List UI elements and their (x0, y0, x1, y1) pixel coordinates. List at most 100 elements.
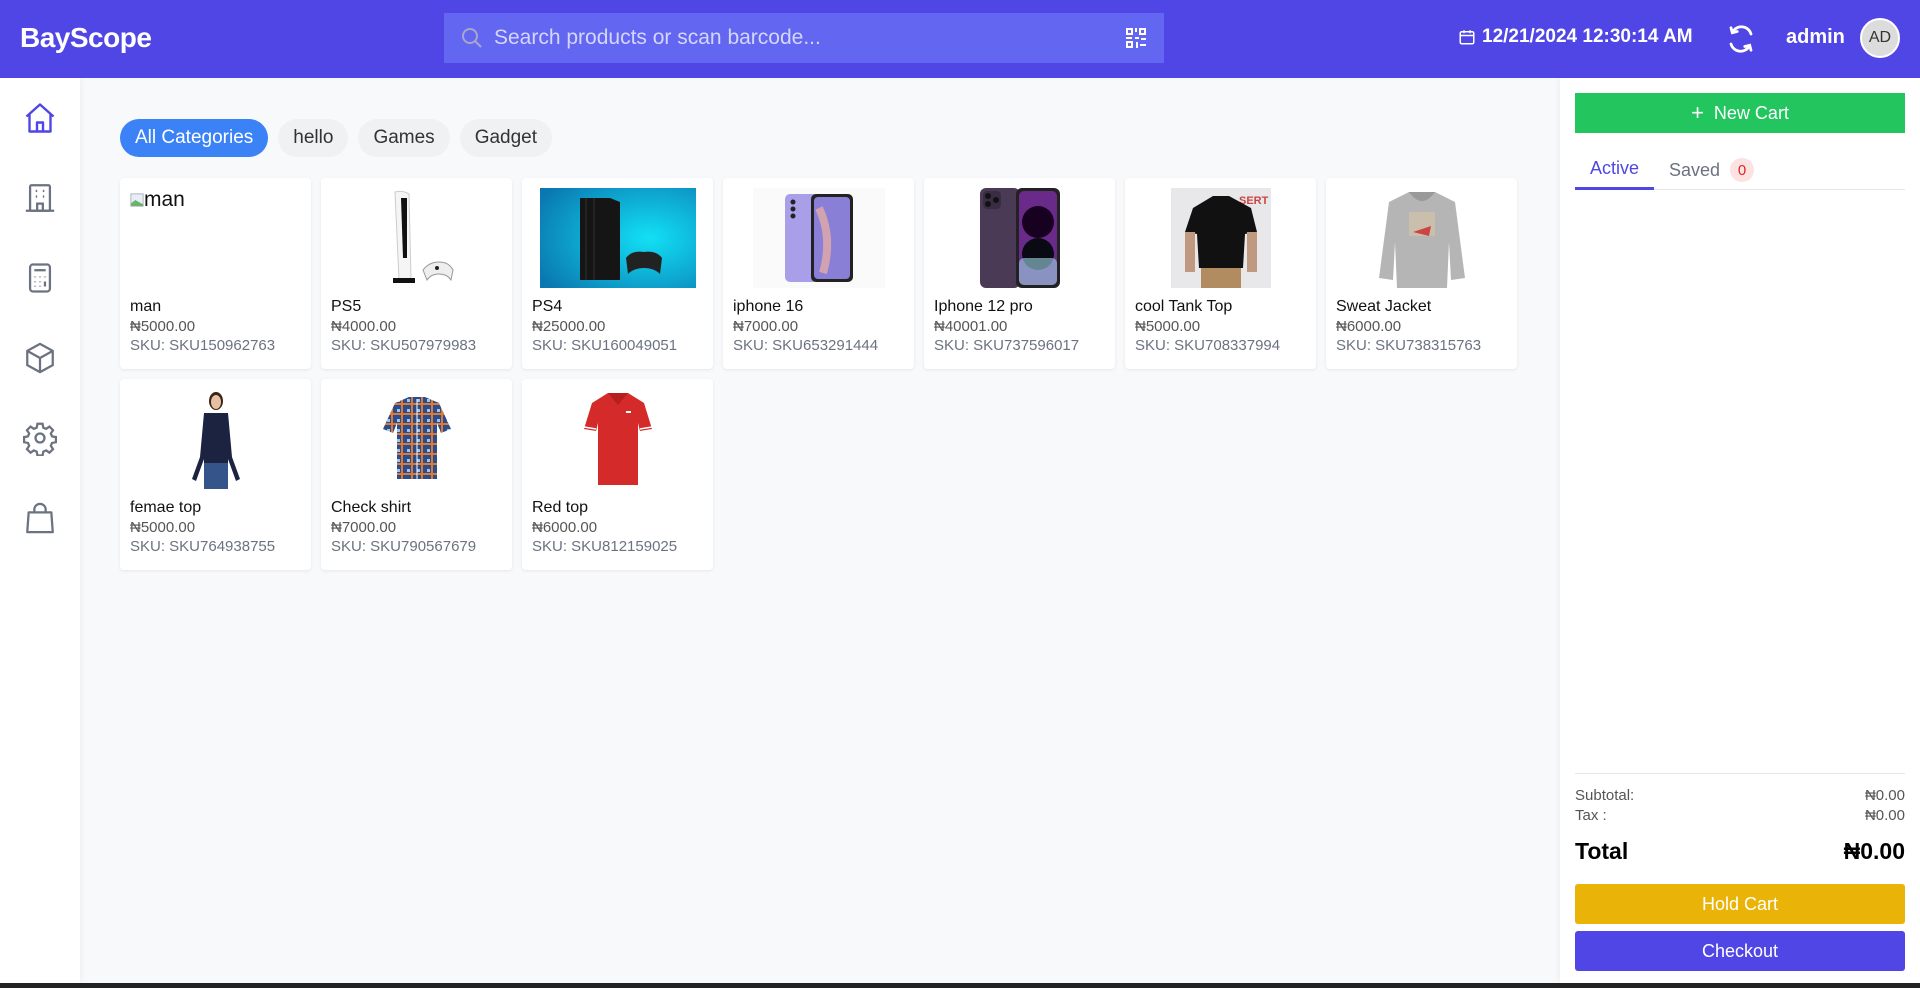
product-name: Sweat Jacket (1336, 298, 1432, 315)
subtotal-label: Subtotal: (1575, 787, 1635, 804)
product-sku: SKU: SKU738315763 (1336, 337, 1482, 354)
product-card[interactable]: femae top ₦5000.00 SKU: SKU764938755 (120, 379, 311, 570)
top-header: BayScope 12/21/2024 12:30:14 AM admin AD (0, 0, 1920, 78)
product-image (130, 389, 301, 489)
product-price: ₦6000.00 (532, 519, 598, 536)
product-price: ₦7000.00 (733, 318, 799, 335)
product-price: ₦40001.00 (934, 318, 1008, 335)
total-label: Total (1575, 838, 1629, 864)
product-name: Check shirt (331, 499, 412, 516)
sidebar-item-home[interactable] (18, 96, 62, 140)
product-sku: SKU: SKU507979983 (331, 337, 477, 354)
calculator-icon (28, 263, 52, 293)
saved-count-badge: 0 (1730, 158, 1755, 182)
product-sku: SKU: SKU812159025 (532, 538, 678, 555)
image-alt-text: man (144, 188, 185, 211)
new-cart-label: New Cart (1713, 102, 1789, 123)
product-image (532, 188, 703, 288)
tab-active[interactable]: Active (1575, 150, 1655, 190)
home-icon (25, 103, 55, 133)
username[interactable]: admin (1786, 26, 1845, 49)
logo[interactable]: BayScope (20, 22, 152, 54)
product-image (1336, 188, 1507, 288)
product-price: ₦5000.00 (130, 318, 196, 335)
product-price: ₦5000.00 (1135, 318, 1201, 335)
category-hello[interactable]: hello (278, 119, 349, 157)
product-sku: SKU: SKU790567679 (331, 538, 477, 555)
sidebar-item-building[interactable] (18, 176, 62, 220)
product-image (532, 389, 703, 489)
broken-image-icon: man (130, 188, 301, 212)
product-name: Iphone 12 pro (934, 298, 1033, 315)
product-card[interactable]: PS5 ₦4000.00 SKU: SKU507979983 (321, 178, 512, 369)
checkout-button[interactable]: Checkout (1575, 931, 1905, 971)
logo-text: BayScope (20, 22, 152, 53)
tab-active-label: Active (1590, 158, 1640, 178)
plus-icon: + (1691, 100, 1704, 125)
tab-saved-label: Saved (1669, 159, 1721, 180)
product-price: ₦4000.00 (331, 318, 397, 335)
product-price: ₦5000.00 (130, 519, 196, 536)
product-grid: man man ₦5000.00 SKU: SKU150962763 PS5 ₦… (120, 178, 1517, 570)
product-image (331, 389, 502, 489)
total-value: ₦0.00 (1843, 838, 1905, 864)
product-name: PS4 (532, 298, 563, 315)
product-price: ₦6000.00 (1336, 318, 1402, 335)
product-card[interactable]: Red top ₦6000.00 SKU: SKU812159025 (522, 379, 713, 570)
building-icon (25, 184, 55, 212)
shopping-bag-icon (26, 502, 54, 534)
product-card[interactable]: Iphone 12 pro ₦40001.00 SKU: SKU73759601… (924, 178, 1115, 369)
hold-cart-button[interactable]: Hold Cart (1575, 884, 1905, 924)
sidebar (0, 78, 80, 983)
sidebar-item-settings[interactable] (18, 416, 62, 460)
product-price: ₦7000.00 (331, 519, 397, 536)
product-card[interactable]: iphone 16 ₦7000.00 SKU: SKU653291444 (723, 178, 914, 369)
tax-row: Tax : ₦0.00 (1575, 806, 1905, 826)
product-image: man (130, 188, 301, 288)
tax-label: Tax : (1575, 807, 1607, 824)
new-cart-button[interactable]: + New Cart (1575, 93, 1905, 133)
product-image (934, 188, 1105, 288)
search-icon (462, 28, 482, 48)
cart-tabs: Active Saved 0 (1575, 150, 1905, 190)
avatar[interactable]: AD (1860, 18, 1900, 58)
gear-icon (22, 422, 58, 456)
refresh-icon[interactable] (1726, 24, 1756, 54)
category-gadget[interactable]: Gadget (459, 119, 553, 157)
product-sku: SKU: SKU737596017 (934, 337, 1080, 354)
product-name: cool Tank Top (1135, 298, 1233, 315)
product-sku: SKU: SKU708337994 (1135, 337, 1281, 354)
product-image: SERT (1135, 188, 1306, 288)
product-name: iphone 16 (733, 298, 804, 315)
product-name: PS5 (331, 298, 362, 315)
cart-summary: Subtotal: ₦0.00 Tax : ₦0.00 Total ₦0.00 (1575, 773, 1905, 865)
product-card[interactable]: Sweat Jacket ₦6000.00 SKU: SKU738315763 (1326, 178, 1517, 369)
category-all[interactable]: All Categories (120, 119, 269, 157)
sidebar-item-calculator[interactable] (18, 256, 62, 300)
product-card[interactable]: Check shirt ₦7000.00 SKU: SKU790567679 (321, 379, 512, 570)
product-card[interactable]: SERT cool Tank Top ₦5000.00 SKU: SKU7083… (1125, 178, 1316, 369)
box-icon (26, 342, 54, 374)
qr-code-icon[interactable] (1124, 26, 1148, 50)
product-sku: SKU: SKU764938755 (130, 538, 276, 555)
cart-panel: + New Cart Active Saved 0 Subtotal: ₦0.0… (1560, 78, 1920, 983)
datetime-text: 12/21/2024 12:30:14 AM (1482, 26, 1693, 47)
subtotal-value: ₦0.00 (1864, 787, 1905, 804)
datetime-display: 12/21/2024 12:30:14 AM (1458, 26, 1693, 48)
product-sku: SKU: SKU150962763 (130, 337, 276, 354)
search-input[interactable] (494, 26, 1124, 50)
product-image (733, 188, 904, 288)
product-price: ₦25000.00 (532, 318, 606, 335)
calendar-icon (1459, 30, 1475, 45)
product-sku: SKU: SKU160049051 (532, 337, 678, 354)
product-card[interactable]: PS4 ₦25000.00 SKU: SKU160049051 (522, 178, 713, 369)
sidebar-item-products[interactable] (18, 336, 62, 380)
product-card[interactable]: man man ₦5000.00 SKU: SKU150962763 (120, 178, 311, 369)
sidebar-item-orders[interactable] (18, 496, 62, 540)
product-image (331, 188, 502, 288)
search-bar[interactable] (444, 13, 1164, 63)
category-games[interactable]: Games (358, 119, 450, 157)
avatar-initials: AD (1868, 29, 1892, 46)
product-name: Red top (532, 499, 589, 516)
tab-saved[interactable]: Saved 0 (1654, 150, 1769, 190)
